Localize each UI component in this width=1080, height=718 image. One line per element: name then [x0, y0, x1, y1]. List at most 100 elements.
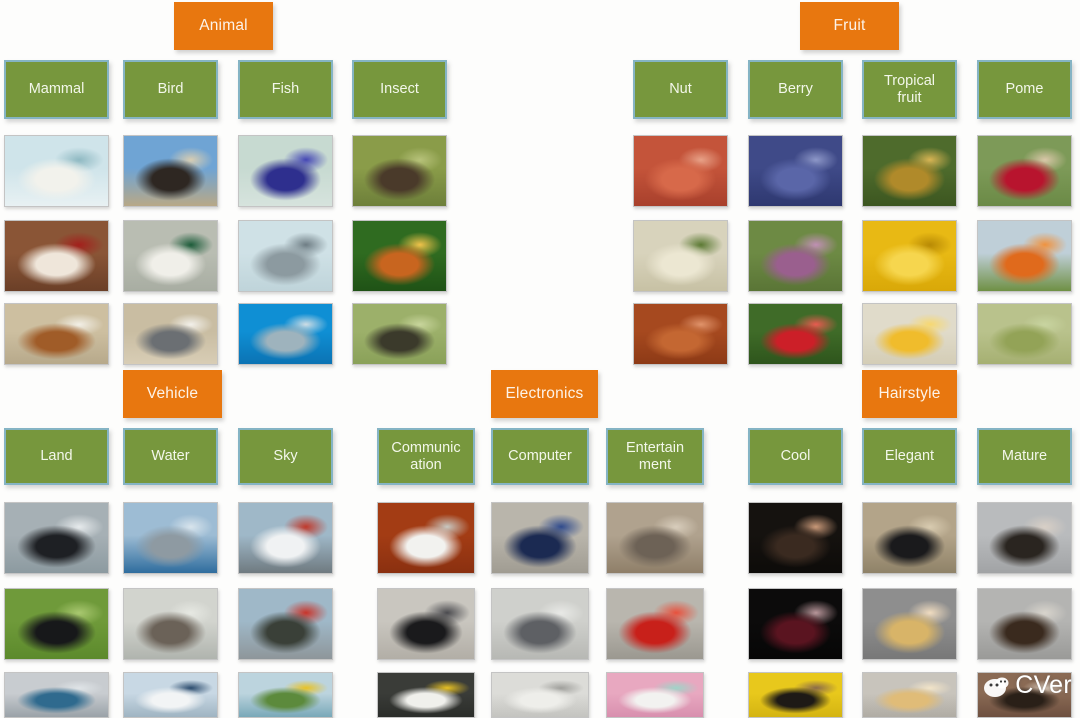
thumbnail-jackfruit-cut-open-yellow[interactable]: [862, 220, 957, 292]
thumbnail-kitten-drinking-from-bowl[interactable]: [4, 220, 109, 292]
root-node-vehicle[interactable]: Vehicle: [123, 370, 222, 418]
thumbnail-bird-landing-wings-spread[interactable]: [123, 303, 218, 365]
thumbnail-white-usb-cable-on-desk[interactable]: [377, 502, 475, 574]
thumbnail-blonde-updo-profile-view[interactable]: [862, 588, 957, 660]
thumbnail-passenger-airplane-on-tarmac[interactable]: [238, 502, 333, 574]
thumbnail-pixels: [978, 589, 1071, 659]
thumbnail-woman-in-front-of-brick-wall[interactable]: [977, 672, 1072, 718]
thumbnail-vintage-film-camera[interactable]: [606, 502, 704, 574]
thumbnail-fishing-boat-at-dock[interactable]: [123, 588, 218, 660]
thumbnail-desktop-pc-case-open[interactable]: [491, 588, 589, 660]
category-node-sky[interactable]: Sky: [238, 428, 333, 485]
thumbnail-pixels: [239, 673, 332, 717]
thumbnail-monarch-butterfly-on-flower[interactable]: [352, 220, 447, 292]
thumbnail-pixels: [492, 503, 588, 573]
thumbnail-pixels: [634, 136, 727, 206]
root-node-animal[interactable]: Animal: [174, 2, 273, 50]
thumbnail-pixels: [124, 589, 217, 659]
category-node-water[interactable]: Water: [123, 428, 218, 485]
category-node-bird[interactable]: Bird: [123, 60, 218, 119]
thumbnail-man-with-curly-long-hair[interactable]: [977, 588, 1072, 660]
thumbnail-lychee-red-berries-on-tree[interactable]: [748, 303, 843, 365]
thumbnail-peanuts-shelled-pile[interactable]: [633, 220, 728, 292]
thumbnail-pixels: [492, 589, 588, 659]
thumbnail-blueberries-closeup[interactable]: [748, 135, 843, 207]
thumbnail-pixels: [634, 221, 727, 291]
thumbnail-pixels: [607, 589, 703, 659]
root-node-electronics[interactable]: Electronics: [491, 370, 598, 418]
thumbnail-palm-dates-on-tree[interactable]: [862, 135, 957, 207]
thumbnail-pixels: [239, 304, 332, 364]
thumbnail-blonde-braided-updo[interactable]: [862, 672, 957, 718]
thumbnail-pixels: [863, 673, 956, 717]
thumbnail-pixels: [5, 589, 108, 659]
thumbnail-pixels: [239, 221, 332, 291]
thumbnail-red-game-controller[interactable]: [606, 588, 704, 660]
thumbnail-pixels: [607, 503, 703, 573]
category-node-computer[interactable]: Computer: [491, 428, 589, 485]
thumbnail-pixels: [5, 136, 108, 206]
category-node-insect[interactable]: Insect: [352, 60, 447, 119]
thumbnail-shark-underwater-grey[interactable]: [238, 220, 333, 292]
category-node-tropical-fruit[interactable]: Tropical fruit: [862, 60, 957, 119]
thumbnail-blue-hatchback-car-on-street[interactable]: [4, 672, 109, 718]
category-node-cool[interactable]: Cool: [748, 428, 843, 485]
thumbnail-pixels: [5, 673, 108, 717]
thumbnail-jackfruit-segments-in-bowls[interactable]: [862, 303, 957, 365]
thumbnail-computer-keyboard-keys[interactable]: [491, 672, 589, 718]
category-node-berry[interactable]: Berry: [748, 60, 843, 119]
thumbnail-dragonfly-on-green-leaf[interactable]: [352, 303, 447, 365]
thumbnail-pixels: [124, 221, 217, 291]
thumbnail-white-ferry-ship-in-harbour[interactable]: [123, 672, 218, 718]
root-node-hairstyle[interactable]: Hairstyle: [862, 370, 957, 418]
category-node-land[interactable]: Land: [4, 428, 109, 485]
thumbnail-pixels: [353, 304, 446, 364]
thumbnail-red-apples-on-branch[interactable]: [977, 135, 1072, 207]
thumbnail-mountain-bike-on-grass[interactable]: [4, 588, 109, 660]
thumbnail-beetle-on-moss[interactable]: [352, 135, 447, 207]
thumbnail-pixels: [863, 221, 956, 291]
thumbnail-hazelnuts-pile-brown[interactable]: [633, 303, 728, 365]
thumbnail-pink-portable-speaker[interactable]: [606, 672, 704, 718]
thumbnail-white-wifi-router[interactable]: [377, 672, 475, 718]
thumbnail-red-chestnuts-pile[interactable]: [633, 135, 728, 207]
thumbnail-man-with-short-dark-hair[interactable]: [977, 502, 1072, 574]
thumbnail-jet-ski-rider-on-water[interactable]: [238, 672, 333, 718]
thumbnail-purple-grapes-bunch[interactable]: [748, 220, 843, 292]
thumbnail-mohawk-spiked-hair-yellow-bg[interactable]: [748, 672, 843, 718]
thumbnail-pixels: [607, 673, 703, 717]
thumbnail-brown-cow-in-field[interactable]: [4, 303, 109, 365]
category-node-entertain-ment[interactable]: Entertain ment: [606, 428, 704, 485]
thumbnail-woman-with-voluminous-curls[interactable]: [748, 502, 843, 574]
thumbnail-ostrich-on-beach[interactable]: [123, 135, 218, 207]
thumbnail-pixels: [353, 221, 446, 291]
thumbnail-orange-persimmons-on-branch[interactable]: [977, 220, 1072, 292]
thumbnail-mallard-duck-on-water[interactable]: [123, 220, 218, 292]
category-node-fish[interactable]: Fish: [238, 60, 333, 119]
thumbnail-shark-in-blue-ocean[interactable]: [238, 303, 333, 365]
thumbnail-pixels: [5, 304, 108, 364]
category-node-elegant[interactable]: Elegant: [862, 428, 957, 485]
category-node-nut[interactable]: Nut: [633, 60, 728, 119]
thumbnail-pixels: [5, 221, 108, 291]
thumbnail-circuit-board-prototype[interactable]: [491, 502, 589, 574]
category-node-mammal[interactable]: Mammal: [4, 60, 109, 119]
thumbnail-segway-scooter-wheel[interactable]: [4, 502, 109, 574]
category-node-pome[interactable]: Pome: [977, 60, 1072, 119]
thumbnail-green-olives-pile[interactable]: [977, 303, 1072, 365]
thumbnail-polar-bear-cub-on-snow[interactable]: [4, 135, 109, 207]
thumbnail-woman-with-bob-outdoors[interactable]: [862, 502, 957, 574]
category-node-communic-ation[interactable]: Communic ation: [377, 428, 475, 485]
root-node-fruit[interactable]: Fruit: [800, 2, 899, 50]
thumbnail-pixels: [239, 589, 332, 659]
thumbnail-black-mobile-phone-upright[interactable]: [377, 588, 475, 660]
thumbnail-blue-fish-swimming[interactable]: [238, 135, 333, 207]
thumbnail-pixels: [749, 673, 842, 717]
thumbnail-aircraft-carrier-at-sea[interactable]: [123, 502, 218, 574]
thumbnail-military-helicopter-on-apron[interactable]: [238, 588, 333, 660]
thumbnail-pixels: [863, 503, 956, 573]
thumbnail-pixels: [749, 503, 842, 573]
thumbnail-woman-with-red-black-bob[interactable]: [748, 588, 843, 660]
category-node-mature[interactable]: Mature: [977, 428, 1072, 485]
thumbnail-pixels: [124, 673, 217, 717]
